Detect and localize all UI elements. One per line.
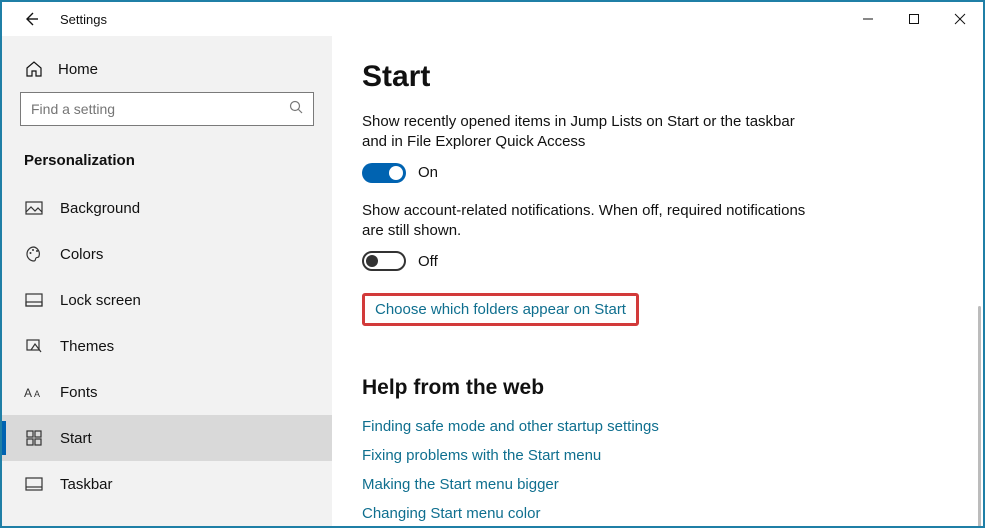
content-pane: Start Show recently opened items in Jump… bbox=[332, 36, 983, 526]
setting-notifications-state: Off bbox=[418, 253, 438, 270]
setting-jumplists-toggle[interactable] bbox=[362, 163, 406, 183]
search-input-wrapper[interactable] bbox=[20, 92, 314, 126]
sidebar-item-colors[interactable]: Colors bbox=[2, 231, 332, 277]
help-heading: Help from the web bbox=[362, 376, 963, 400]
settings-window: Settings Home bbox=[0, 0, 985, 528]
lockscreen-icon bbox=[24, 293, 44, 307]
maximize-button[interactable] bbox=[891, 2, 937, 36]
help-link[interactable]: Finding safe mode and other startup sett… bbox=[362, 418, 963, 435]
help-link[interactable]: Changing Start menu color bbox=[362, 505, 963, 522]
nav-list: Background Colors Lock screen bbox=[2, 185, 332, 507]
start-icon bbox=[24, 430, 44, 446]
sidebar-item-label: Colors bbox=[60, 246, 103, 263]
sidebar-item-themes[interactable]: Themes bbox=[2, 323, 332, 369]
svg-text:A: A bbox=[24, 386, 32, 400]
sidebar-item-fonts[interactable]: AA Fonts bbox=[2, 369, 332, 415]
sidebar-item-label: Taskbar bbox=[60, 476, 113, 493]
picture-icon bbox=[24, 201, 44, 215]
home-nav[interactable]: Home bbox=[20, 54, 314, 92]
help-link[interactable]: Making the Start menu bigger bbox=[362, 476, 963, 493]
search-input[interactable] bbox=[31, 101, 289, 117]
sidebar-item-background[interactable]: Background bbox=[2, 185, 332, 231]
sidebar-item-label: Lock screen bbox=[60, 292, 141, 309]
sidebar-item-label: Fonts bbox=[60, 384, 98, 401]
sidebar-item-taskbar[interactable]: Taskbar bbox=[2, 461, 332, 507]
home-label: Home bbox=[58, 61, 98, 78]
close-button[interactable] bbox=[937, 2, 983, 36]
home-icon bbox=[24, 60, 44, 78]
choose-folders-link[interactable]: Choose which folders appear on Start bbox=[362, 293, 639, 326]
titlebar: Settings bbox=[2, 2, 983, 36]
page-title: Start bbox=[362, 60, 963, 94]
palette-icon bbox=[24, 245, 44, 263]
sidebar-item-lockscreen[interactable]: Lock screen bbox=[2, 277, 332, 323]
sidebar-item-label: Themes bbox=[60, 338, 114, 355]
svg-text:A: A bbox=[34, 389, 40, 399]
minimize-button[interactable] bbox=[845, 2, 891, 36]
back-button[interactable] bbox=[20, 11, 42, 27]
setting-jumplists-state: On bbox=[418, 164, 438, 181]
sidebar: Home Personalization Background bbox=[2, 36, 332, 526]
sidebar-item-label: Start bbox=[60, 430, 92, 447]
scrollbar[interactable] bbox=[978, 306, 981, 526]
setting-notifications-toggle[interactable] bbox=[362, 251, 406, 271]
sidebar-item-label: Background bbox=[60, 200, 140, 217]
window-title: Settings bbox=[60, 12, 107, 27]
category-heading: Personalization bbox=[20, 146, 314, 185]
setting-notifications-desc: Show account-related notifications. When… bbox=[362, 201, 822, 242]
taskbar-icon bbox=[24, 477, 44, 491]
search-icon bbox=[289, 100, 303, 119]
help-link[interactable]: Fixing problems with the Start menu bbox=[362, 447, 963, 464]
sidebar-item-start[interactable]: Start bbox=[2, 415, 332, 461]
setting-jumplists-desc: Show recently opened items in Jump Lists… bbox=[362, 112, 822, 153]
themes-icon bbox=[24, 338, 44, 354]
fonts-icon: AA bbox=[24, 384, 44, 400]
